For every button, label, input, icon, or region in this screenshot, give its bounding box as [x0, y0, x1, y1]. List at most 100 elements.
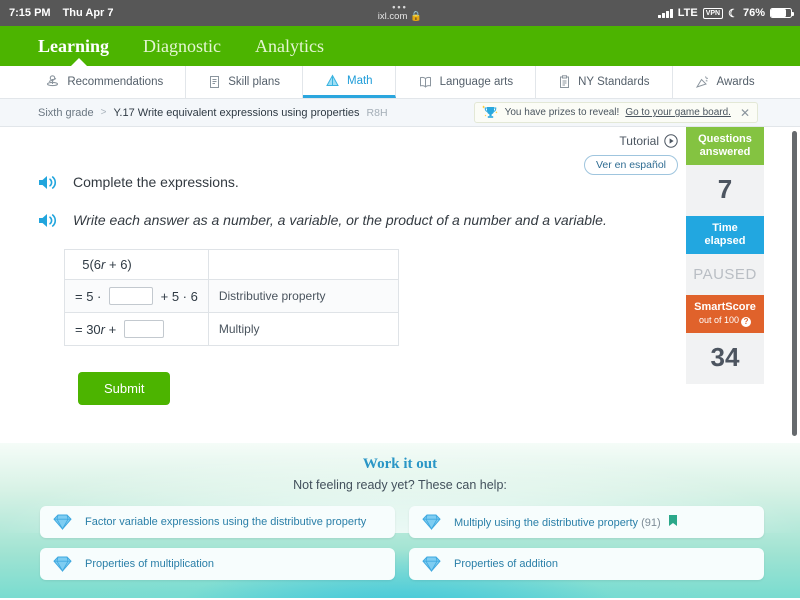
tab-language-arts[interactable]: Language arts	[396, 66, 537, 98]
answer-blank-2[interactable]	[123, 320, 164, 338]
signal-icon	[658, 8, 673, 18]
recommendations-icon	[47, 75, 59, 87]
breadcrumb-skill: Y.17 Write equivalent expressions using …	[113, 106, 360, 119]
game-board-link[interactable]: Go to your game board.	[625, 107, 731, 118]
instruction-text-2: Write each answer as a number, a variabl…	[73, 212, 607, 228]
smartscore-header: SmartScore out of 100?	[686, 295, 764, 333]
lock-icon: 🔒	[410, 11, 423, 22]
stats-rail: Questions answered 7 Time elapsed PAUSED…	[686, 127, 764, 384]
tab-label: Math	[347, 74, 373, 87]
label-cell-empty	[207, 249, 400, 280]
speaker-icon	[39, 214, 57, 227]
tab-dots-icon: •••	[392, 2, 408, 12]
tab-ny-standards[interactable]: NY Standards	[536, 66, 673, 98]
status-bar-left: 7:15 PM Thu Apr 7	[0, 7, 114, 19]
nav-item-analytics[interactable]: Analytics	[255, 36, 324, 57]
tab-label: Awards	[716, 76, 755, 88]
help-skill-title: Multiply using the distributive property	[454, 517, 639, 529]
step2-mid: +	[105, 322, 120, 337]
stat-title: Questions	[698, 133, 752, 145]
help-skill-card[interactable]: Factor variable expressions using the di…	[40, 506, 395, 538]
trophy-icon	[481, 105, 498, 118]
expression-table: 5(6r + 6) = 5 · + 5 · 6 Distributive pro…	[64, 249, 400, 346]
expression-step-1: = 5 · + 5 · 6	[64, 279, 209, 313]
math-icon	[326, 73, 339, 86]
vpn-icon: VPN	[702, 7, 724, 19]
ios-status-bar: 7:15 PM Thu Apr 7 ••• ixl.com 🔒 LTE VPN …	[0, 0, 800, 26]
smartscore-subtitle-text: out of 100	[698, 315, 740, 325]
tab-math[interactable]: Math	[303, 66, 396, 98]
breadcrumb-code: R8H	[366, 106, 388, 119]
step2-pre: = 30	[75, 322, 101, 337]
help-skill-count: (91)	[641, 517, 661, 529]
prize-text: You have prizes to reveal!	[504, 107, 620, 118]
standards-icon	[560, 75, 570, 88]
status-date: Thu Apr 7	[62, 7, 114, 19]
tab-label: Language arts	[439, 76, 514, 88]
expr-post: + 6)	[105, 257, 132, 272]
tab-label: Skill plans	[228, 76, 280, 88]
moon-icon: ☾	[728, 7, 738, 20]
status-bar-right: LTE VPN ☾ 76%	[658, 7, 800, 20]
battery-percent: 76%	[742, 7, 765, 19]
speaker-icon	[39, 176, 57, 189]
smartscore-subtitle: out of 100?	[688, 314, 762, 327]
prize-banner[interactable]: You have prizes to reveal! Go to your ga…	[473, 102, 758, 123]
answer-blank-1[interactable]	[109, 287, 153, 305]
work-it-out-section: Work it out Not feeling ready yet? These…	[0, 443, 800, 598]
tab-recommendations[interactable]: Recommendations	[23, 66, 187, 98]
vertical-scrollbar[interactable]	[792, 131, 797, 436]
expr-pre: 5(6	[82, 257, 102, 272]
help-skill-label: Properties of multiplication	[85, 558, 215, 570]
battery-icon	[770, 8, 794, 18]
nav-item-learning[interactable]: Learning	[38, 36, 109, 57]
instruction-text-1: Complete the expressions.	[73, 174, 239, 190]
stat-title-2: elapsed	[704, 235, 746, 247]
tab-label: NY Standards	[578, 76, 650, 88]
tab-label: Recommendations	[67, 76, 164, 88]
breadcrumb-bar: Sixth grade > Y.17 Write equivalent expr…	[0, 99, 800, 127]
questions-answered-header: Questions answered	[686, 127, 764, 165]
help-skill-label: Properties of addition	[454, 558, 558, 570]
help-icon[interactable]: ?	[741, 317, 752, 327]
skill-plans-icon	[210, 76, 220, 88]
breadcrumb-grade[interactable]: Sixth grade	[38, 107, 94, 119]
tutorial-label: Tutorial	[619, 134, 659, 148]
help-skill-card[interactable]: Properties of multiplication	[40, 548, 395, 580]
table-row: = 5 · + 5 · 6 Distributive property	[64, 279, 400, 313]
property-label-distributive: Distributive property	[207, 279, 400, 313]
help-skill-card[interactable]: Properties of addition	[409, 548, 764, 580]
network-label: LTE	[677, 7, 698, 19]
close-icon[interactable]: ✕	[740, 106, 750, 120]
smartscore-value: 34	[686, 333, 764, 384]
status-time: 7:15 PM	[9, 7, 51, 19]
stat-title-2: answered	[699, 146, 751, 158]
tutorial-controls: Tutorial Ver en español	[583, 134, 678, 175]
step1-mid: + 5 · 6	[157, 289, 198, 304]
help-skill-label: Multiply using the distributive property…	[454, 515, 677, 529]
nav-item-diagnostic[interactable]: Diagnostic	[143, 36, 221, 57]
address-label: ixl.com 🔒	[378, 11, 422, 22]
language-arts-icon	[419, 76, 431, 88]
tab-skill-plans[interactable]: Skill plans	[186, 66, 303, 98]
work-it-out-title: Work it out	[362, 456, 438, 472]
submit-button[interactable]: Submit	[78, 372, 171, 405]
help-skill-card[interactable]: Multiply using the distributive property…	[409, 506, 764, 538]
stat-title: Time	[712, 222, 738, 234]
subject-tab-bar: Recommendations Skill plans Math Languag…	[0, 66, 800, 99]
question-line-1: Complete the expressions.	[38, 173, 640, 191]
time-elapsed-value: PAUSED	[686, 254, 764, 295]
tutorial-button[interactable]: Tutorial	[584, 134, 678, 148]
breadcrumb-separator: >	[100, 107, 107, 118]
table-row: = 30r + Multiply	[64, 312, 400, 346]
ver-en-espanol-button[interactable]: Ver en español	[583, 155, 678, 175]
questions-answered-value: 7	[686, 165, 764, 216]
address-url: ixl.com	[377, 11, 408, 22]
diamond-icon	[53, 514, 72, 530]
help-skill-label: Factor variable expressions using the di…	[85, 516, 367, 528]
step1-pre: = 5 ·	[75, 289, 105, 304]
expression-step-2: = 30r +	[64, 312, 209, 346]
tab-awards[interactable]: Awards	[673, 66, 777, 98]
play-circle-icon	[664, 134, 678, 148]
stat-title: SmartScore	[694, 301, 756, 313]
